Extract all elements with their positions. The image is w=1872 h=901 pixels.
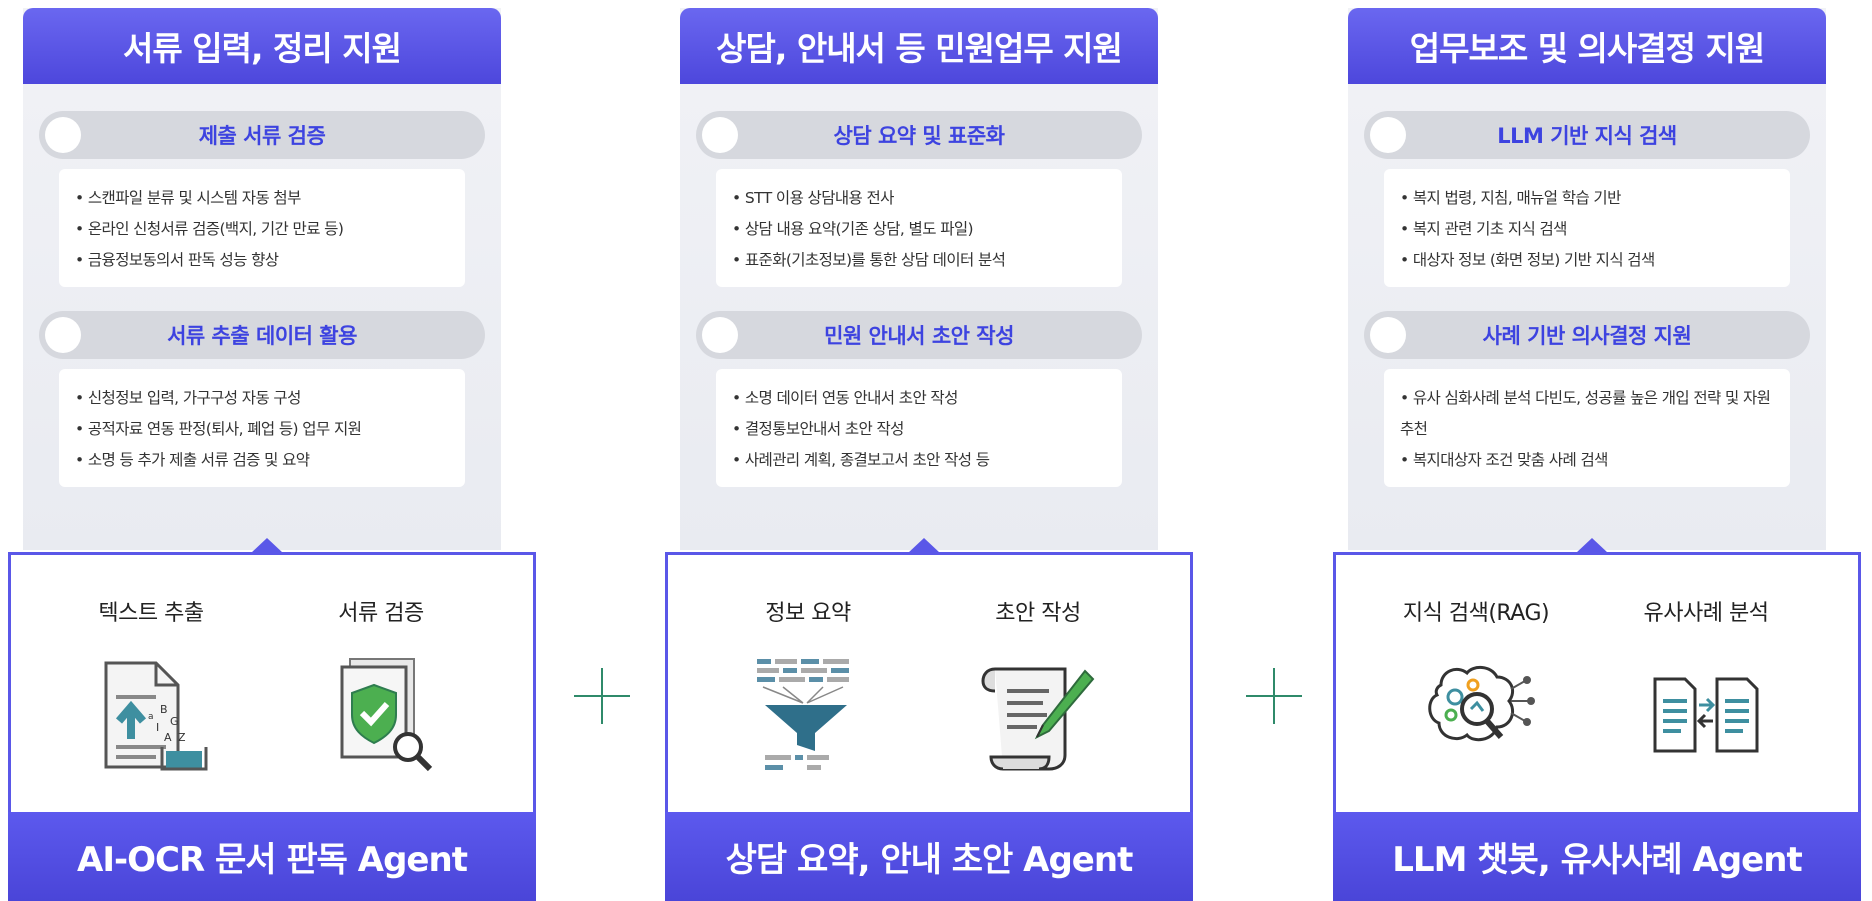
- bullet-list: 스캔파일 분류 및 시스템 자동 첨부 온라인 신청서류 검증(백지, 기간 만…: [59, 169, 465, 287]
- section-title: LLM 기반 지식 검색: [1497, 124, 1677, 148]
- document-upload-icon: B a G I A Z: [104, 661, 208, 771]
- list-item: 복지 법령, 지침, 매뉴얼 학습 기반: [1400, 183, 1774, 214]
- bullet-list: 신청정보 입력, 가구구성 자동 구성 공적자료 연동 판정(퇴사, 폐업 등)…: [59, 369, 465, 487]
- section-title: 제출 서류 검증: [198, 124, 326, 148]
- document-verify-icon: [340, 658, 433, 772]
- pointer-triangle: [251, 538, 283, 553]
- brain-search-icon: [1428, 666, 1535, 742]
- svg-text:Z: Z: [178, 731, 186, 744]
- section-header: 서류 추출 데이터 활용: [39, 311, 485, 359]
- column-ai-ocr: 서류 입력, 정리 지원 제출 서류 검증 스캔파일 분류 및 시스템 자동 첨…: [8, 0, 536, 901]
- list-item: 사례관리 계획, 종결보고서 초안 작성 등: [732, 445, 1106, 476]
- section-header: 사례 기반 의사결정 지원: [1364, 311, 1810, 359]
- circle-icon: [45, 317, 81, 353]
- section-header: 민원 안내서 초안 작성: [696, 311, 1142, 359]
- list-item: 복지대상자 조건 맞춤 사례 검색: [1400, 445, 1774, 476]
- list-item: 유사 심화사례 분석 다빈도, 성공률 높은 개입 전략 및 자원 추천: [1400, 383, 1774, 445]
- circle-icon: [1370, 317, 1406, 353]
- bullet-list: 소명 데이터 연동 안내서 초안 작성 결정통보안내서 초안 작성 사례관리 계…: [716, 369, 1122, 487]
- tool-label: 지식 검색(RAG): [1402, 601, 1550, 626]
- circle-icon: [45, 117, 81, 153]
- svg-text:a: a: [148, 712, 154, 722]
- column-title: 상담, 안내서 등 민원업무 지원: [680, 8, 1158, 84]
- pointer-triangle: [1576, 538, 1608, 553]
- tool-similar-case-analysis: 유사사례 분석: [1606, 595, 1806, 775]
- column-title: 서류 입력, 정리 지원: [23, 8, 501, 84]
- svg-text:G: G: [170, 715, 179, 728]
- section-title: 상담 요약 및 표준화: [833, 124, 1006, 148]
- task-panel: 상담, 안내서 등 민원업무 지원 상담 요약 및 표준화 STT 이용 상담내…: [680, 8, 1158, 550]
- funnel-summary-icon: [757, 659, 849, 770]
- tool-label: 정보 요약: [765, 601, 851, 626]
- section-title: 사례 기반 의사결정 지원: [1482, 324, 1692, 348]
- list-item: 신청정보 입력, 가구구성 자동 구성: [75, 383, 449, 414]
- list-item: 소명 등 추가 제출 서류 검증 및 요약: [75, 445, 449, 476]
- svg-text:A: A: [164, 731, 172, 744]
- section-header: 상담 요약 및 표준화: [696, 111, 1142, 159]
- svg-text:I: I: [156, 721, 159, 734]
- bullet-list: 유사 심화사례 분석 다빈도, 성공률 높은 개입 전략 및 자원 추천 복지대…: [1384, 369, 1790, 487]
- list-item: STT 이용 상담내용 전사: [732, 183, 1106, 214]
- list-item: 스캔파일 분류 및 시스템 자동 첨부: [75, 183, 449, 214]
- tool-text-extraction: 텍스트 추출 B a G I A Z: [51, 595, 251, 775]
- plus-icon: [1244, 666, 1304, 726]
- list-item: 상담 내용 요약(기존 상담, 별도 파일): [732, 214, 1106, 245]
- list-item: 대상자 정보 (화면 정보) 기반 지식 검색: [1400, 245, 1774, 276]
- list-item: 표준화(기초정보)를 통한 상담 데이터 분석: [732, 245, 1106, 276]
- column-title: 업무보조 및 의사결정 지원: [1348, 8, 1826, 84]
- circle-icon: [1370, 117, 1406, 153]
- scroll-pen-icon: [981, 667, 1095, 771]
- list-item: 결정통보안내서 초안 작성: [732, 414, 1106, 445]
- svg-text:B: B: [160, 703, 168, 716]
- section-title: 민원 안내서 초안 작성: [824, 324, 1014, 348]
- agent-tools-panel: 지식 검색(RAG) 유사사례 분석: [1333, 552, 1861, 814]
- tool-label: 텍스트 추출: [98, 601, 204, 626]
- list-item: 복지 관련 기초 지식 검색: [1400, 214, 1774, 245]
- tool-draft-writing: 초안 작성: [938, 595, 1138, 775]
- section-header: LLM 기반 지식 검색: [1364, 111, 1810, 159]
- pointer-triangle: [908, 538, 940, 553]
- task-panel: 서류 입력, 정리 지원 제출 서류 검증 스캔파일 분류 및 시스템 자동 첨…: [23, 8, 501, 550]
- tool-label: 유사사례 분석: [1643, 601, 1769, 626]
- tool-info-summary: 정보 요약: [708, 595, 908, 775]
- tool-label: 서류 검증: [338, 601, 424, 626]
- column-consultation: 상담, 안내서 등 민원업무 지원 상담 요약 및 표준화 STT 이용 상담내…: [665, 0, 1193, 901]
- tool-knowledge-search: 지식 검색(RAG): [1376, 595, 1576, 775]
- list-item: 소명 데이터 연동 안내서 초안 작성: [732, 383, 1106, 414]
- document-compare-icon: [1653, 677, 1759, 753]
- list-item: 금융정보동의서 판독 성능 향상: [75, 245, 449, 276]
- agent-tools-panel: 정보 요약 초안 작성: [665, 552, 1193, 814]
- section-title: 서류 추출 데이터 활용: [167, 324, 357, 348]
- agent-tools-panel: 텍스트 추출 B a G I A Z 서류 검증: [8, 552, 536, 814]
- column-llm-chatbot: 업무보조 및 의사결정 지원 LLM 기반 지식 검색 복지 법령, 지침, 매…: [1333, 0, 1861, 901]
- plus-icon: [572, 666, 632, 726]
- list-item: 온라인 신청서류 검증(백지, 기간 만료 등): [75, 214, 449, 245]
- agent-title: 상담 요약, 안내 초안 Agent: [665, 812, 1193, 901]
- tool-label: 초안 작성: [995, 601, 1081, 626]
- task-panel: 업무보조 및 의사결정 지원 LLM 기반 지식 검색 복지 법령, 지침, 매…: [1348, 8, 1826, 550]
- list-item: 공적자료 연동 판정(퇴사, 폐업 등) 업무 지원: [75, 414, 449, 445]
- circle-icon: [702, 117, 738, 153]
- agent-title: AI-OCR 문서 판독 Agent: [8, 812, 536, 901]
- bullet-list: 복지 법령, 지침, 매뉴얼 학습 기반 복지 관련 기초 지식 검색 대상자 …: [1384, 169, 1790, 287]
- agent-title: LLM 챗봇, 유사사례 Agent: [1333, 812, 1861, 901]
- section-header: 제출 서류 검증: [39, 111, 485, 159]
- circle-icon: [702, 317, 738, 353]
- bullet-list: STT 이용 상담내용 전사 상담 내용 요약(기존 상담, 별도 파일) 표준…: [716, 169, 1122, 287]
- tool-document-verification: 서류 검증: [281, 595, 481, 775]
